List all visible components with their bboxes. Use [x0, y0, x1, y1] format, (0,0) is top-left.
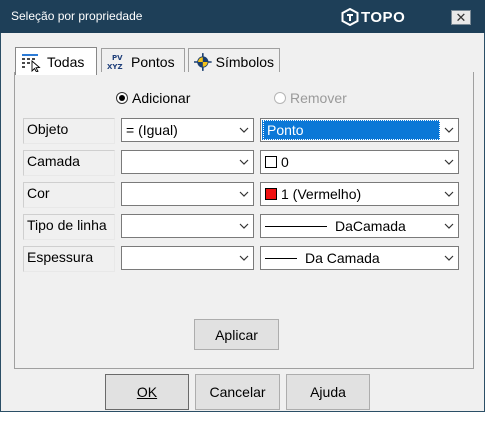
color-swatch-red	[265, 188, 277, 200]
camada-value-select[interactable]: 0	[260, 150, 459, 174]
chevron-down-icon	[440, 223, 458, 229]
tab-todas[interactable]: Todas	[15, 47, 97, 75]
close-button[interactable]: ✕	[451, 10, 471, 25]
radio-adicionar-label: Adicionar	[132, 90, 191, 106]
tab-simbolos[interactable]: Símbolos	[188, 48, 280, 74]
topo-logo: TOPO	[341, 8, 405, 26]
brand-name: TOPO	[361, 8, 406, 26]
points-xyz-icon: PV XYZ	[107, 54, 123, 71]
help-button[interactable]: Ajuda	[286, 374, 370, 410]
help-button-label: Ajuda	[310, 384, 346, 400]
cor-value-select[interactable]: 1 (Vermelho)	[260, 182, 459, 206]
label-camada: Camada	[23, 150, 115, 176]
select-all-icon	[22, 53, 41, 72]
radio-remover: Remover	[274, 90, 347, 106]
label-tipo-de-linha: Tipo de linha	[23, 214, 115, 240]
label-objeto: Objeto	[23, 118, 115, 144]
espessura-value-select[interactable]: Da Camada	[260, 246, 459, 270]
tab-simbolos-label: Símbolos	[215, 53, 274, 70]
label-cor: Cor	[23, 182, 115, 208]
radio-adicionar-circle	[116, 92, 128, 104]
chevron-down-icon	[235, 127, 253, 133]
tab-todas-label: Todas	[47, 53, 85, 70]
camada-value-area: 0	[261, 154, 440, 170]
radio-remover-circle	[274, 92, 286, 104]
objeto-value-select[interactable]: Ponto	[260, 118, 459, 142]
espessura-value-area: Da Camada	[261, 250, 440, 266]
tipo-de-linha-operator-select[interactable]	[121, 214, 254, 238]
tab-pontos-label: Pontos	[131, 53, 175, 70]
radio-adicionar[interactable]: Adicionar	[116, 90, 190, 106]
objeto-value-area: Ponto	[261, 120, 440, 140]
tab-pontos[interactable]: PV XYZ Pontos	[101, 48, 185, 74]
ok-button-label: OK	[136, 384, 158, 400]
svg-text:PV: PV	[112, 54, 123, 62]
tipo-de-linha-value-select[interactable]: DaCamada	[260, 214, 459, 238]
tipo-de-linha-value-area: DaCamada	[261, 218, 440, 234]
linetype-sample-icon	[265, 225, 327, 227]
espessura-value: Da Camada	[305, 250, 380, 266]
cor-value-area: 1 (Vermelho)	[261, 186, 440, 202]
chevron-down-icon	[440, 255, 458, 261]
ok-button[interactable]: OK	[105, 374, 189, 410]
symbol-target-icon	[194, 52, 212, 71]
cor-operator-select[interactable]	[121, 182, 254, 206]
objeto-value: Ponto	[262, 120, 440, 140]
radio-remover-label: Remover	[290, 90, 347, 106]
color-swatch-white	[265, 156, 277, 168]
lineweight-sample-icon	[265, 257, 297, 259]
objeto-operator-value: = (Igual)	[126, 122, 178, 138]
window-title: Seleção por propriedade	[11, 9, 143, 23]
svg-text:XYZ: XYZ	[107, 63, 123, 71]
espessura-operator-select[interactable]	[121, 246, 254, 270]
chevron-down-icon	[440, 127, 458, 133]
chevron-down-icon	[440, 159, 458, 165]
apply-button[interactable]: Aplicar	[194, 319, 279, 350]
camada-value: 0	[281, 154, 289, 170]
chevron-down-icon	[235, 159, 253, 165]
chevron-down-icon	[235, 191, 253, 197]
cor-value: 1 (Vermelho)	[281, 186, 362, 202]
tipo-de-linha-value: DaCamada	[335, 218, 406, 234]
objeto-operator-select[interactable]: = (Igual)	[121, 118, 254, 142]
label-espessura: Espessura	[23, 246, 115, 272]
camada-operator-select[interactable]	[121, 150, 254, 174]
chevron-down-icon	[235, 255, 253, 261]
topo-logo-icon	[341, 8, 359, 26]
chevron-down-icon	[440, 191, 458, 197]
close-icon: ✕	[455, 10, 467, 25]
cancel-button[interactable]: Cancelar	[195, 374, 280, 410]
chevron-down-icon	[235, 223, 253, 229]
cancel-button-label: Cancelar	[209, 384, 266, 400]
